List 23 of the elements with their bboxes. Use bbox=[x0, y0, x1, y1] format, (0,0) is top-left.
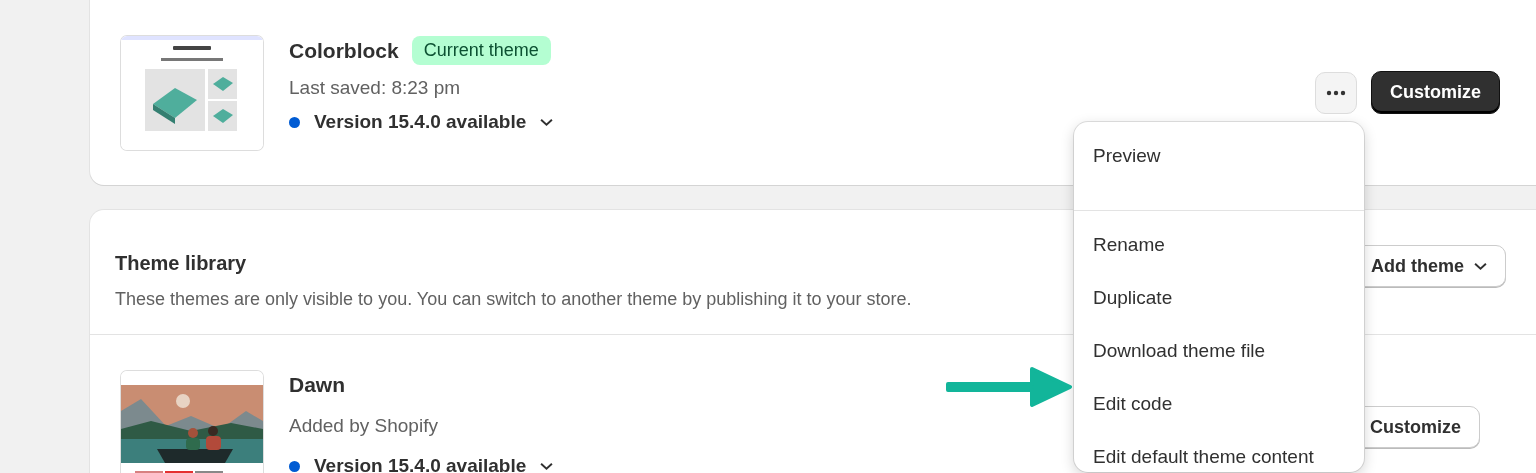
status-dot bbox=[289, 460, 300, 472]
chevron-down-icon[interactable] bbox=[540, 117, 554, 127]
more-icon bbox=[1326, 89, 1346, 96]
status-dot bbox=[289, 116, 300, 128]
chevron-down-icon[interactable] bbox=[540, 461, 554, 471]
chevron-down-icon bbox=[1474, 261, 1487, 271]
more-actions-button[interactable] bbox=[1315, 71, 1357, 114]
version-text[interactable]: Version 15.4.0 available bbox=[314, 111, 527, 133]
theme-name: Colorblock bbox=[289, 38, 399, 63]
section-title: Theme library bbox=[115, 252, 248, 275]
menu-item[interactable]: Duplicate bbox=[1093, 287, 1345, 340]
section-description: These themes are only visible to you. You can switch to another theme by publishing it to your store. bbox=[115, 289, 912, 310]
menu-item[interactable]: Rename bbox=[1093, 234, 1345, 287]
menu-item[interactable]: Download theme file bbox=[1093, 340, 1345, 393]
menu-item[interactable]: Edit default theme content bbox=[1093, 446, 1345, 473]
theme-source-text: Added by Shopify bbox=[289, 415, 439, 437]
theme-name: Dawn bbox=[289, 373, 346, 397]
menu-item[interactable]: Preview bbox=[1093, 145, 1345, 198]
current-theme-badge: Current theme bbox=[411, 36, 551, 65]
menu-item[interactable]: Edit code bbox=[1093, 393, 1345, 446]
customize-button[interactable]: Customize bbox=[1371, 71, 1500, 114]
version-text[interactable]: Version 15.4.0 available bbox=[314, 455, 527, 473]
last-saved-text: Last saved: 8:23 pm bbox=[289, 77, 462, 99]
